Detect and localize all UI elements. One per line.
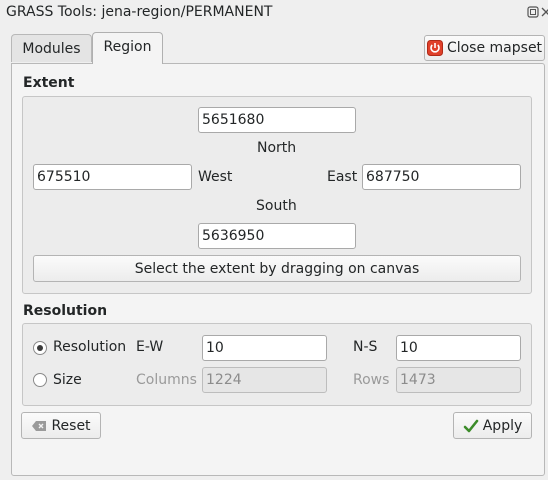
ew-label: E-W xyxy=(136,339,164,355)
close-mapset-label: Close mapset xyxy=(446,40,543,56)
close-icon[interactable] xyxy=(539,6,548,19)
tab-modules[interactable]: Modules xyxy=(11,34,92,62)
checkmark-icon xyxy=(463,418,479,434)
select-extent-label: Select the extent by dragging on canvas xyxy=(134,260,420,277)
ew-input[interactable] xyxy=(202,335,327,361)
resolution-title: Resolution xyxy=(23,303,108,319)
tab-region-label: Region xyxy=(103,39,152,55)
west-label: West xyxy=(198,169,233,185)
apply-button[interactable]: Apply xyxy=(453,412,532,439)
clear-icon xyxy=(31,419,47,433)
apply-label: Apply xyxy=(482,417,523,434)
north-label: North xyxy=(257,140,297,156)
tab-modules-label: Modules xyxy=(22,41,81,57)
resolution-radio[interactable] xyxy=(33,341,47,355)
north-input[interactable] xyxy=(198,107,356,133)
float-icon[interactable] xyxy=(526,6,539,19)
reset-label: Reset xyxy=(51,417,91,434)
columns-label: Columns xyxy=(136,372,197,388)
rows-label: Rows xyxy=(353,372,390,388)
south-input[interactable] xyxy=(198,223,356,249)
power-icon xyxy=(426,40,443,56)
columns-input xyxy=(202,367,327,393)
size-radio-label[interactable]: Size xyxy=(53,372,82,388)
size-radio[interactable] xyxy=(33,373,47,387)
window-title: GRASS Tools: jena-region/PERMANENT xyxy=(6,4,273,20)
tab-region[interactable]: Region xyxy=(92,32,163,64)
ns-input[interactable] xyxy=(396,335,521,361)
extent-title: Extent xyxy=(23,75,75,91)
west-input[interactable] xyxy=(33,164,192,190)
title-bar: GRASS Tools: jena-region/PERMANENT xyxy=(0,0,548,26)
rows-input xyxy=(396,367,521,393)
east-label: East xyxy=(327,169,358,185)
east-input[interactable] xyxy=(362,164,521,190)
close-mapset-button[interactable]: Close mapset xyxy=(424,35,545,61)
select-extent-button[interactable]: Select the extent by dragging on canvas xyxy=(33,255,521,282)
resolution-radio-label[interactable]: Resolution xyxy=(53,339,126,355)
south-label: South xyxy=(256,198,297,214)
reset-button[interactable]: Reset xyxy=(21,412,101,439)
ns-label: N-S xyxy=(353,339,378,355)
